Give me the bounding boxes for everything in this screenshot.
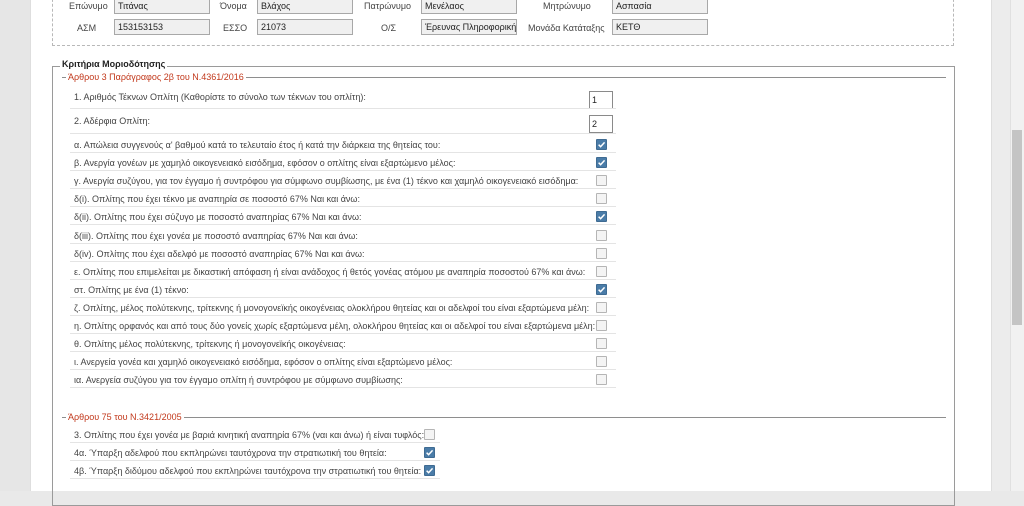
section2-criterion-checkbox[interactable] xyxy=(424,447,435,458)
row-divider xyxy=(70,224,616,226)
children-count-input[interactable] xyxy=(589,91,613,109)
asm-field[interactable]: 153153153 xyxy=(114,19,210,35)
esso-label: ΕΣΣΟ xyxy=(223,23,248,33)
section1-criterion-checkbox[interactable] xyxy=(596,193,607,205)
section1-criterion-label: στ. Οπλίτης με ένα (1) τέκνο: xyxy=(74,284,189,295)
section1-criterion-label: β. Ανεργία γονέων με χαμηλό οικογενειακό… xyxy=(74,158,456,169)
checkmark-icon xyxy=(426,449,434,456)
checkmark-icon xyxy=(598,141,606,148)
row-divider xyxy=(70,133,616,134)
siblings-count-label: 2. Αδέρφια Οπλίτη: xyxy=(74,116,150,126)
section2-criterion-label: 3. Οπλίτης που έχει γονέα με βαριά κινητ… xyxy=(74,430,425,440)
section1-criterion-checkbox[interactable] xyxy=(596,374,607,386)
section2-border xyxy=(62,417,946,418)
section2-criterion-label: 4α. Ύπαρξη αδελφού που εκπληρώνει ταυτόχ… xyxy=(74,448,387,458)
section1-criterion-checkbox[interactable] xyxy=(596,247,607,259)
scrollbar-thumb[interactable] xyxy=(1012,130,1022,325)
checkmark-icon xyxy=(426,467,434,474)
section1-criterion-label: γ. Ανεργία συζύγου, για τον έγγαμο ή συν… xyxy=(74,176,579,187)
row-divider xyxy=(70,478,440,479)
section1-criterion-label: ε. Οπλίτης που επιμελείται με δικαστική … xyxy=(74,266,586,277)
unit-field[interactable]: ΚΕΤΘ xyxy=(612,19,708,35)
checkmark-icon xyxy=(598,214,606,221)
section1-criterion-label: δ(ii). Οπλίτης που έχει σύζυγο με ποσοστ… xyxy=(74,212,362,223)
section1-criterion-label: δ(iv). Οπλίτης που έχει αδελφό με ποσοστ… xyxy=(74,248,365,259)
section2-criterion-checkbox[interactable] xyxy=(424,465,435,476)
row-divider xyxy=(70,296,616,298)
father-field[interactable]: Μενέλαος xyxy=(421,0,517,14)
row-divider xyxy=(70,460,440,461)
row-divider xyxy=(70,152,616,153)
checkmark-icon xyxy=(598,159,606,166)
name-label: Όνομα xyxy=(220,1,247,11)
row-divider xyxy=(70,242,616,244)
siblings-count-input[interactable] xyxy=(589,115,613,133)
row-divider xyxy=(70,188,616,190)
section1-criterion-checkbox[interactable] xyxy=(596,301,607,313)
section1-criterion-label: ι. Ανεργεία γονέα και χαμηλό οικογενειακ… xyxy=(74,357,453,368)
section1-criterion-checkbox[interactable] xyxy=(596,320,607,331)
os-label: Ο/Σ xyxy=(381,23,397,33)
page-margin xyxy=(992,0,1010,491)
row-divider xyxy=(70,278,616,280)
section1-criterion-label: η. Οπλίτης ορφανός και από τους δύο γονε… xyxy=(74,321,596,331)
father-label: Πατρώνυμο xyxy=(364,1,412,11)
row-divider xyxy=(70,351,616,353)
section1-criterion-checkbox[interactable] xyxy=(596,356,607,368)
children-count-label: 1. Αριθμός Τέκνων Οπλίτη (Καθορίστε το σ… xyxy=(74,92,366,102)
row-divider xyxy=(70,387,616,389)
asm-label: ΑΣΜ xyxy=(77,23,97,33)
section2-criterion-label: 4β. Ύπαρξη διδύμου αδελφού που εκπληρώνε… xyxy=(74,466,422,476)
row-divider xyxy=(70,442,440,443)
os-field[interactable]: Έρευνας Πληροφορικής xyxy=(421,19,517,35)
section1-criterion-label: ζ. Οπλίτης, μέλος πολύτεκνης, τρίτεκνης … xyxy=(74,302,590,313)
section1-criterion-checkbox[interactable] xyxy=(596,265,607,277)
section1-criterion-label: δ(iii). Οπλίτης που έχει γονέα με ποσοστ… xyxy=(74,230,358,241)
esso-field[interactable]: 21073 xyxy=(257,19,353,35)
checkmark-icon xyxy=(598,286,606,293)
section1-criterion-checkbox[interactable] xyxy=(596,211,607,223)
mother-label: Μητρώνυμο xyxy=(543,1,591,11)
row-divider xyxy=(70,108,616,109)
section1-criterion-label: δ(i). Οπλίτης που έχει τέκνο με αναπηρία… xyxy=(74,194,360,205)
section1-criterion-checkbox[interactable] xyxy=(596,338,607,350)
section1-criterion-checkbox[interactable] xyxy=(596,139,607,150)
row-divider xyxy=(70,369,616,371)
row-divider xyxy=(70,260,616,262)
section2-legend: Άρθρου 75 του Ν.3421/2005 xyxy=(66,412,184,422)
section1-criterion-label: ια. Ανεργεία συζύγου για τον έγγαμο οπλί… xyxy=(74,375,403,386)
name-field[interactable]: Βλάχος xyxy=(257,0,353,14)
section1-legend: Άρθρου 3 Παράγραφος 2β του Ν.4361/2016 xyxy=(66,72,246,82)
row-divider xyxy=(70,333,616,334)
section1-criterion-label: α. Απώλεια συγγενούς α' βαθμού κατά το τ… xyxy=(74,140,441,150)
page-background xyxy=(0,0,30,491)
surname-field[interactable]: Τιτάνας xyxy=(114,0,210,14)
row-divider xyxy=(70,314,616,316)
row-divider xyxy=(70,170,616,172)
section1-criterion-checkbox[interactable] xyxy=(596,175,607,187)
section1-criterion-checkbox[interactable] xyxy=(596,229,607,241)
unit-label: Μονάδα Κατάταξης xyxy=(528,23,605,33)
criteria-legend: Κριτήρια Μοριοδότησης xyxy=(60,59,168,69)
section1-criterion-checkbox[interactable] xyxy=(596,157,607,169)
section1-criterion-checkbox[interactable] xyxy=(596,283,607,295)
mother-field[interactable]: Ασπασία xyxy=(612,0,708,14)
row-divider xyxy=(70,206,616,208)
surname-label: Επώνυμο xyxy=(69,1,108,11)
section1-criterion-label: θ. Οπλίτης μέλος πολύτεκνης, τρίτεκνης ή… xyxy=(74,339,346,350)
section2-criterion-checkbox[interactable] xyxy=(424,429,435,440)
